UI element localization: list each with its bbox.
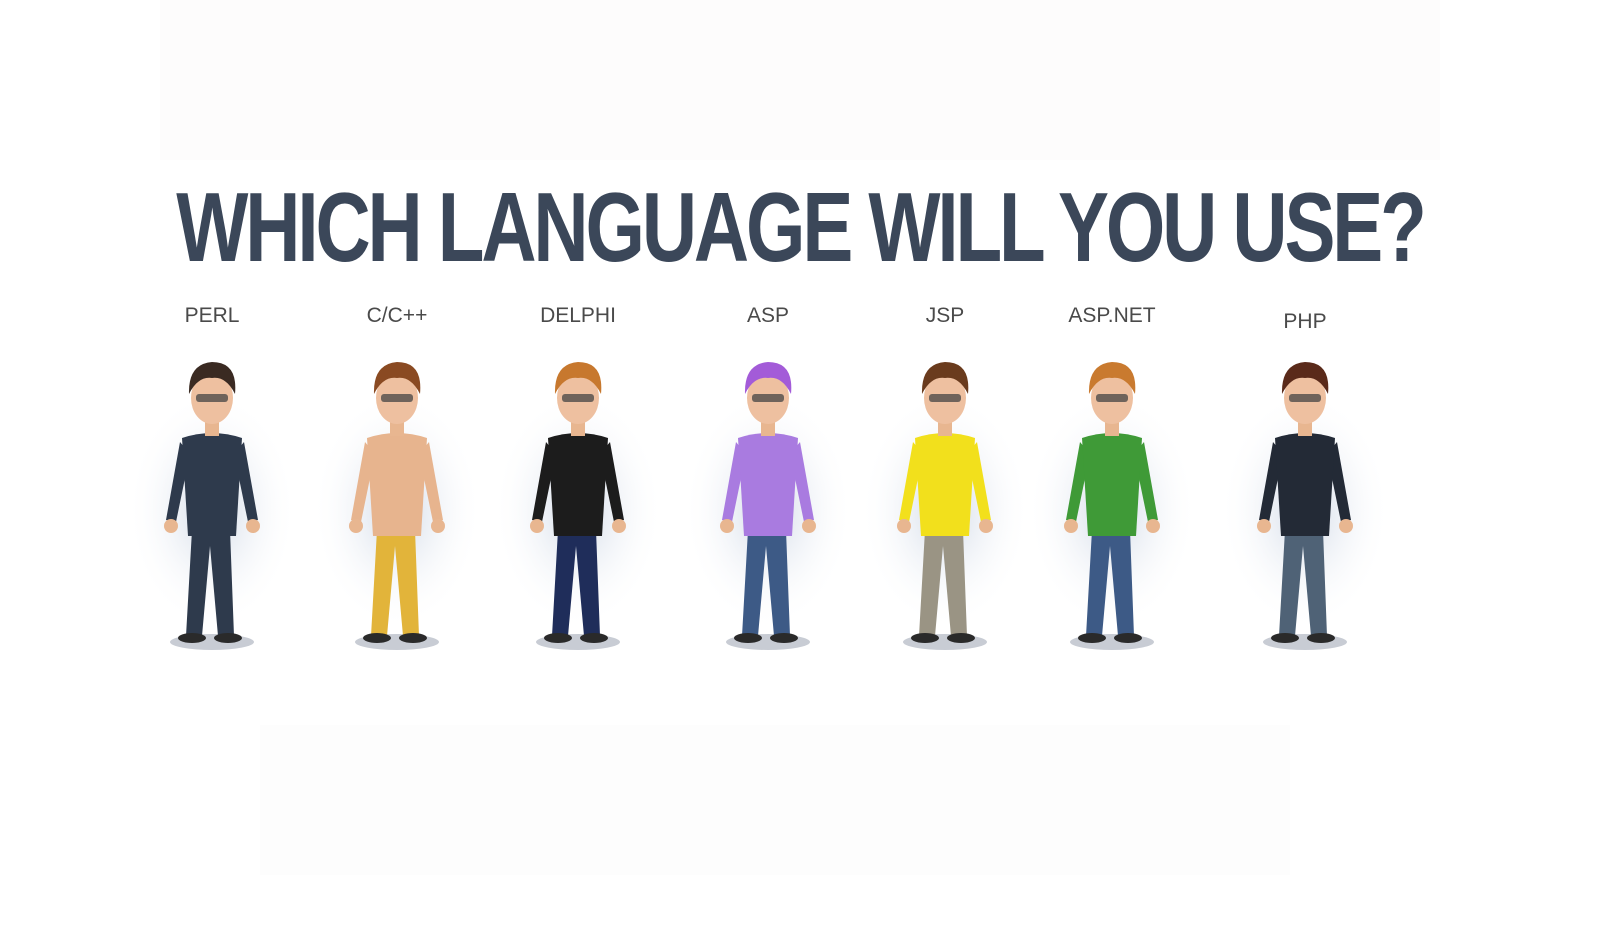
character-illustration [127,362,297,650]
character-card: DELPHI [488,300,668,685]
language-label: JSP [925,304,965,327]
torso [548,433,608,536]
shoe [1114,633,1142,643]
shoe [1307,633,1335,643]
language-label: C/C++ [366,304,428,327]
glasses [196,394,228,402]
character-illustration [312,362,482,650]
hand [897,519,911,533]
character-illustration [683,362,853,650]
glasses [752,394,784,402]
shoe [734,633,762,643]
shoe [363,633,391,643]
language-label: ASP [746,304,790,327]
character-illustration [1220,362,1390,650]
shoe [1271,633,1299,643]
hand [431,519,445,533]
character-card: C/C++ [307,300,487,685]
shoe [544,633,572,643]
shoe [1078,633,1106,643]
hand [164,519,178,533]
shoe [911,633,939,643]
hand [612,519,626,533]
language-label: PERL [184,304,240,327]
glasses [929,394,961,402]
shoe [399,633,427,643]
torso [1082,433,1142,536]
bottom-background-band [260,725,1290,875]
language-label: ASP.NET [1068,304,1156,327]
glasses [1289,394,1321,402]
hand [1146,519,1160,533]
glasses [1096,394,1128,402]
hand [1339,519,1353,533]
language-label: DELPHI [540,304,616,327]
hand [1064,519,1078,533]
character-card: ASP [678,300,858,685]
character-card: PHP [1215,300,1395,685]
character-illustration [860,362,1030,650]
character-illustration [1027,362,1197,650]
hand [349,519,363,533]
hand [246,519,260,533]
torso [738,433,798,536]
shoe [214,633,242,643]
glasses [381,394,413,402]
hand [1257,519,1271,533]
character-card: ASP.NET [1022,300,1202,685]
torso [915,433,975,536]
top-background-band [160,0,1440,160]
shoe [770,633,798,643]
character-illustration [493,362,663,650]
language-label: PHP [1283,310,1327,333]
torso [1275,433,1335,536]
shoe [178,633,206,643]
character-card: JSP [855,300,1035,685]
torso [367,433,427,536]
hand [802,519,816,533]
character-card: PERL [122,300,302,685]
shoe [947,633,975,643]
torso [182,433,242,536]
hand [530,519,544,533]
shoe [580,633,608,643]
hand [720,519,734,533]
page-title: WHICH LANGUAGE WILL YOU USE? [176,172,1427,282]
hand [979,519,993,533]
glasses [562,394,594,402]
